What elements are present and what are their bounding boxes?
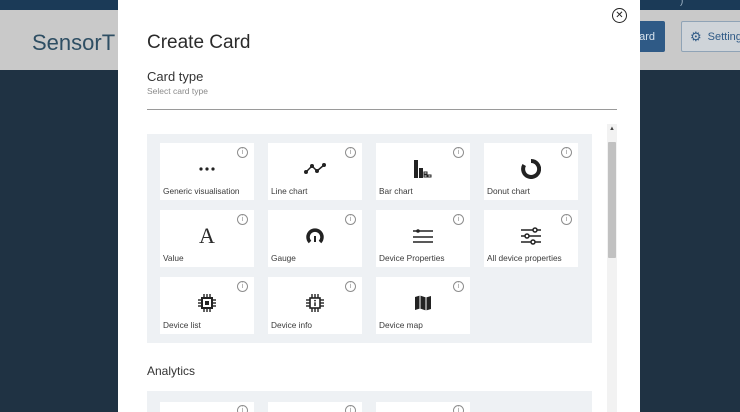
- analytics-tile[interactable]: i: [268, 402, 362, 412]
- modal-title: Create Card: [147, 32, 251, 53]
- tile-bar-chart[interactable]: i Bar chart: [376, 143, 470, 200]
- tile-label: Device list: [163, 320, 201, 330]
- gear-icon: ⚙: [690, 28, 702, 44]
- properties-list-icon: [376, 226, 470, 246]
- tile-label: Device Properties: [379, 253, 445, 263]
- card-type-grid: i Generic visualisation i Line chart i B…: [147, 134, 592, 343]
- tile-device-list[interactable]: i Device list: [160, 277, 254, 334]
- tile-device-properties[interactable]: i Device Properties: [376, 210, 470, 267]
- tile-label: Value: [163, 253, 184, 263]
- tile-label: Generic visualisation: [163, 186, 240, 196]
- sliders-icon: [484, 226, 578, 246]
- tile-label: Donut chart: [487, 186, 530, 196]
- info-icon[interactable]: i: [237, 147, 248, 158]
- tile-gauge[interactable]: i Gauge: [268, 210, 362, 267]
- info-icon[interactable]: i: [453, 405, 464, 412]
- card-type-label: Card type: [147, 69, 204, 84]
- tile-label: Gauge: [271, 253, 296, 263]
- card-type-placeholder[interactable]: Select card type: [147, 86, 208, 96]
- info-icon[interactable]: i: [237, 405, 248, 412]
- tile-value[interactable]: i A Value: [160, 210, 254, 267]
- tile-line-chart[interactable]: i Line chart: [268, 143, 362, 200]
- donut-chart-icon: [484, 159, 578, 179]
- info-icon[interactable]: i: [561, 214, 572, 225]
- line-chart-icon: [268, 159, 362, 179]
- tile-label: Device map: [379, 320, 423, 330]
- bar-chart-icon: [376, 159, 470, 179]
- tile-label: Device info: [271, 320, 313, 330]
- info-icon[interactable]: i: [237, 281, 248, 292]
- info-icon[interactable]: i: [345, 405, 356, 412]
- info-icon[interactable]: i: [345, 147, 356, 158]
- info-icon[interactable]: i: [561, 147, 572, 158]
- tile-label: Bar chart: [379, 186, 413, 196]
- scroll-up-arrow-icon[interactable]: ▲: [609, 126, 615, 132]
- tile-label: All device properties: [487, 253, 562, 263]
- analytics-tile[interactable]: i: [160, 402, 254, 412]
- settings-button[interactable]: ⚙ Setting: [681, 21, 740, 52]
- map-icon: [376, 293, 470, 313]
- info-icon[interactable]: i: [237, 214, 248, 225]
- info-icon[interactable]: i: [453, 281, 464, 292]
- tile-device-info[interactable]: i Device info: [268, 277, 362, 334]
- analytics-tile[interactable]: i: [376, 402, 470, 412]
- scrollbar-thumb[interactable]: [608, 142, 616, 258]
- analytics-title: Analytics: [147, 364, 196, 378]
- tile-label: Line chart: [271, 186, 308, 196]
- tile-device-map[interactable]: i Device map: [376, 277, 470, 334]
- info-icon[interactable]: i: [453, 214, 464, 225]
- topbar-text: ): [680, 0, 684, 7]
- create-card-modal: ✕ Create Card Card type Select card type…: [118, 0, 640, 412]
- info-icon[interactable]: i: [345, 214, 356, 225]
- tile-generic-visualisation[interactable]: i Generic visualisation: [160, 143, 254, 200]
- info-icon[interactable]: i: [453, 147, 464, 158]
- gauge-icon: [268, 226, 362, 246]
- settings-label: Setting: [707, 30, 740, 43]
- more-dots-icon: [160, 159, 254, 179]
- app-brand: SensorT: [32, 30, 116, 55]
- tile-all-device-properties[interactable]: i All device properties: [484, 210, 578, 267]
- close-icon[interactable]: ✕: [612, 8, 627, 23]
- tile-donut-chart[interactable]: i Donut chart: [484, 143, 578, 200]
- card-type-underline: [147, 109, 617, 110]
- info-icon[interactable]: i: [345, 281, 356, 292]
- chip-info-icon: [268, 293, 362, 313]
- value-icon: A: [199, 223, 215, 248]
- chip-icon: [160, 293, 254, 313]
